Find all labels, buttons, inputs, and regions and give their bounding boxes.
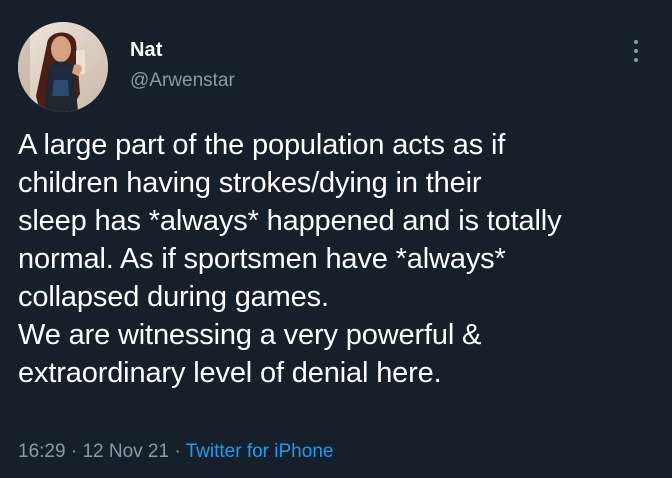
tweet-text-line: normal. As if sportsmen have *always* bbox=[18, 243, 506, 275]
display-name[interactable]: Nat bbox=[130, 38, 235, 62]
tweet-metadata: 16:29 · 12 Nov 21 · Twitter for iPhone bbox=[18, 440, 333, 464]
more-vertical-icon[interactable] bbox=[632, 40, 640, 72]
tweet-text-line: extraordinary level of denial here. bbox=[18, 357, 442, 389]
tweet-text: A large part of the population acts as i… bbox=[18, 126, 663, 392]
tweet-text-line: collapsed during games. bbox=[18, 281, 329, 313]
user-handle[interactable]: @Arwenstar bbox=[130, 70, 235, 92]
tweet-text-line: children having strokes/dying in their bbox=[18, 167, 482, 199]
tweet-text-line: We are witnessing a very powerful & bbox=[18, 319, 482, 351]
avatar[interactable] bbox=[18, 22, 108, 112]
tweet-text-line: sleep has *always* happened and is total… bbox=[18, 205, 562, 237]
tweet-header: Nat @Arwenstar bbox=[18, 22, 654, 114]
tweet-time[interactable]: 16:29 bbox=[18, 441, 66, 462]
avatar-photo bbox=[18, 22, 108, 112]
user-identity: Nat @Arwenstar bbox=[130, 38, 235, 92]
meta-separator: · bbox=[174, 441, 181, 462]
tweet-source-link[interactable]: Twitter for iPhone bbox=[186, 441, 334, 462]
tweet-date[interactable]: 12 Nov 21 bbox=[82, 441, 169, 462]
tweet-card: Nat @Arwenstar A large part of the popul… bbox=[0, 0, 672, 478]
meta-separator: · bbox=[70, 441, 78, 462]
tweet-text-line: A large part of the population acts as i… bbox=[18, 129, 506, 161]
